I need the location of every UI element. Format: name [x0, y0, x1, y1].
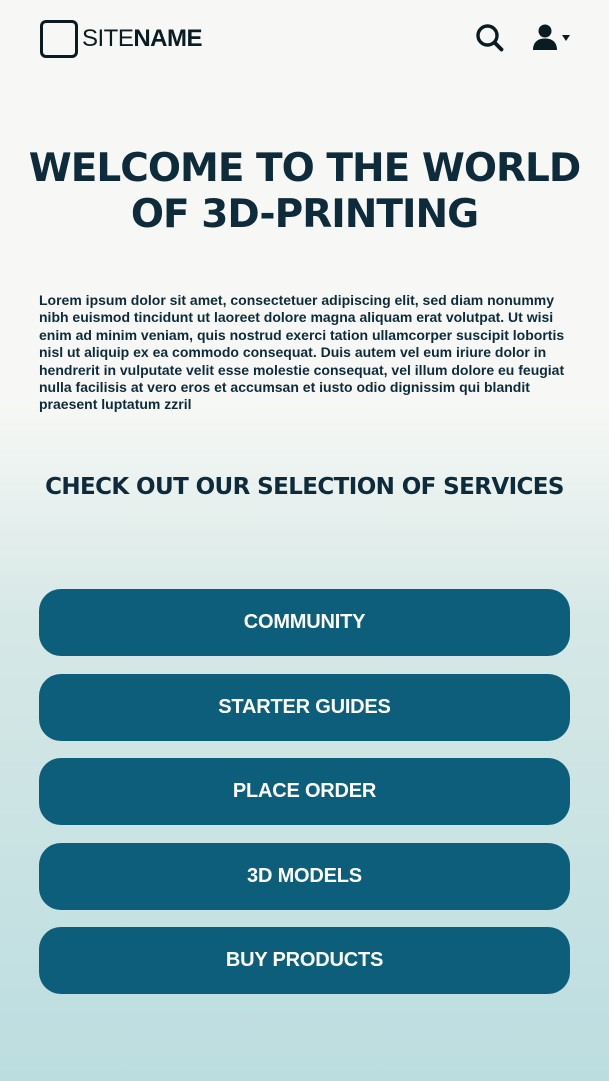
place-order-button[interactable]: PLACE ORDER — [39, 758, 570, 825]
starter-guides-button[interactable]: STARTER GUIDES — [39, 673, 570, 741]
services-heading: CHECK OUT OUR SELECTION OF SERVICES — [45, 474, 564, 500]
site-header: SITENAME — [0, 0, 609, 80]
intro-paragraph: Lorem ipsum dolor sit amet, consectetuer… — [39, 292, 565, 413]
search-icon — [476, 24, 504, 52]
buy-products-button[interactable]: BUY PRODUCTS — [39, 927, 570, 994]
logo-square-icon — [40, 20, 78, 58]
hero-title: WELCOME TO THE WORLD OF 3D-PRINTING — [0, 146, 609, 238]
community-button[interactable]: COMMUNITY — [39, 589, 570, 656]
services-list: COMMUNITY STARTER GUIDES PLACE ORDER 3D … — [39, 589, 570, 1012]
search-button[interactable] — [474, 22, 506, 54]
3d-models-button[interactable]: 3D MODELS — [39, 842, 570, 910]
site-logo[interactable]: SITENAME — [40, 20, 203, 58]
logo-text-bold: NAME — [133, 25, 203, 52]
logo-text: SITENAME — [82, 25, 203, 52]
hero-title-line2: OF 3D-PRINTING — [130, 192, 479, 237]
logo-text-light: SITE — [82, 25, 134, 52]
hero-title-line1: WELCOME TO THE WORLD — [28, 146, 582, 191]
caret-down-icon — [562, 35, 570, 41]
user-menu-button[interactable] — [532, 22, 572, 54]
